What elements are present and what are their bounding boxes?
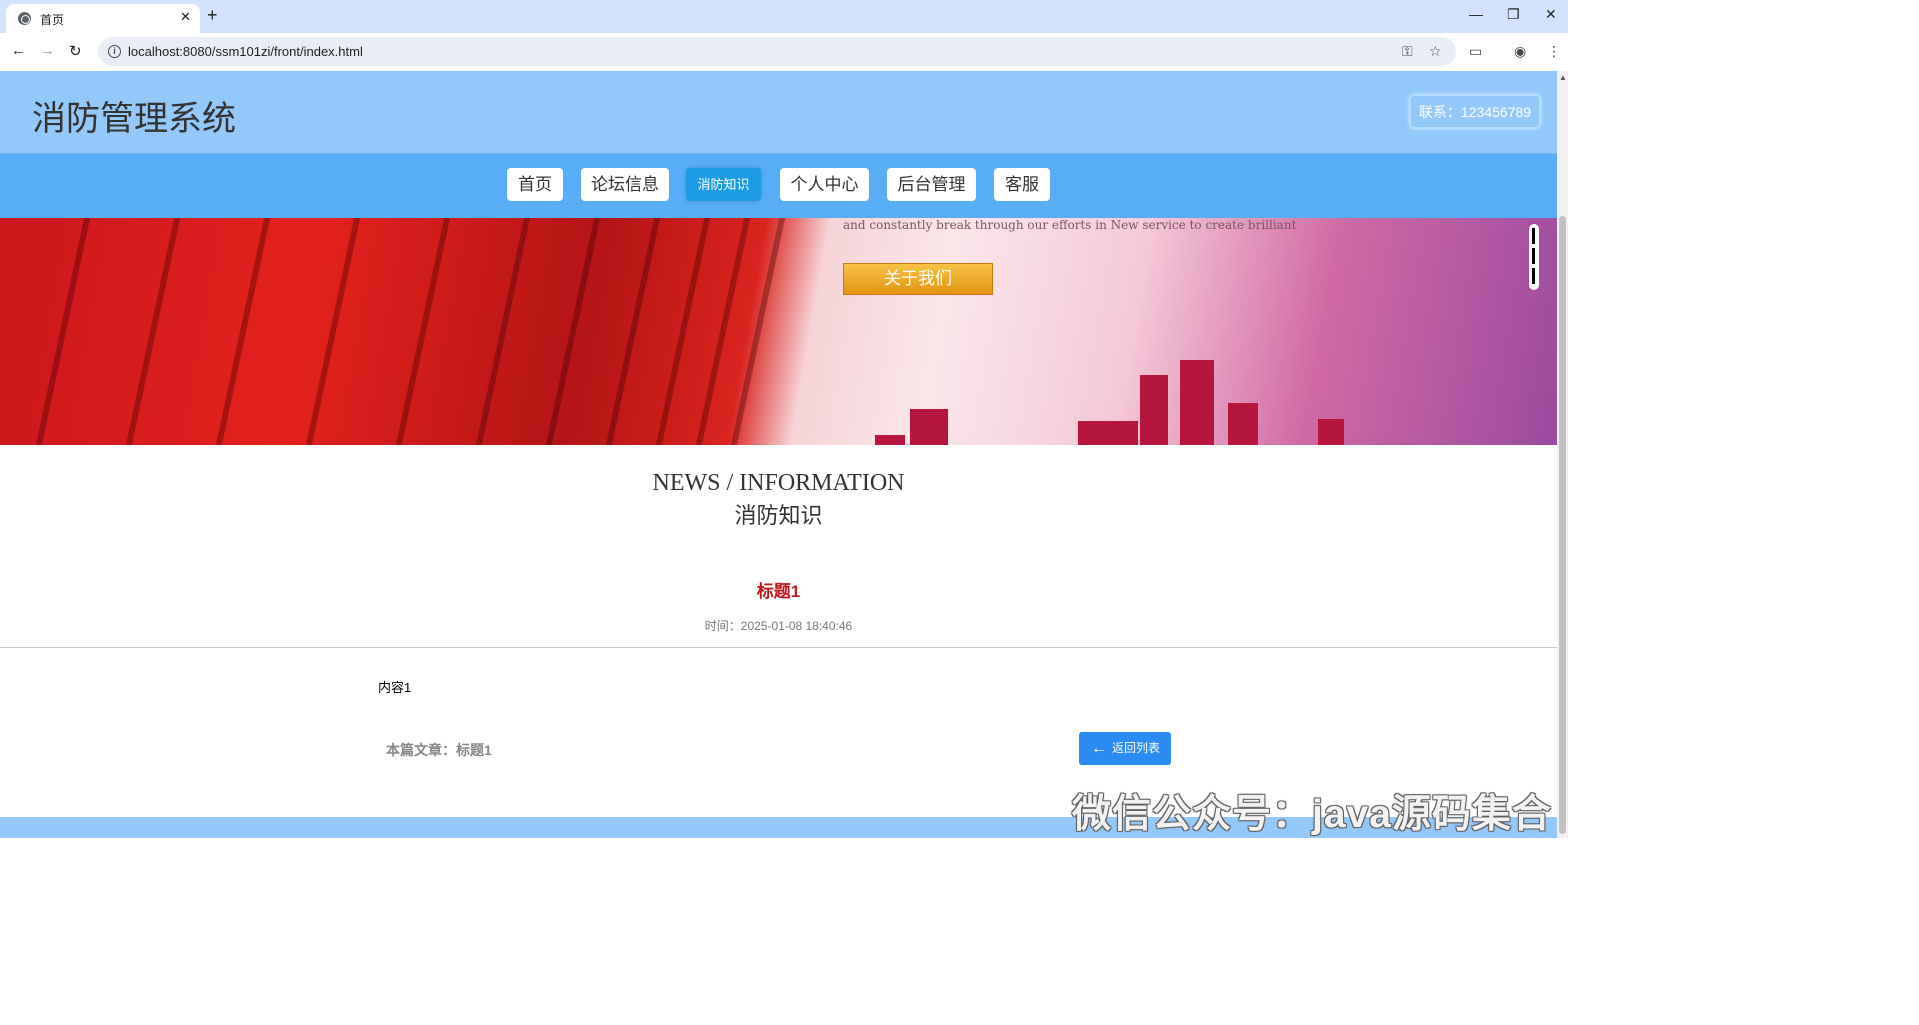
carousel-indicator[interactable] <box>1529 224 1539 290</box>
skyline-building <box>1180 360 1214 445</box>
banner-carousel[interactable]: and constantly break through our efforts… <box>0 218 1557 445</box>
back-icon[interactable]: ← <box>11 42 26 59</box>
address-bar[interactable]: i localhost:8080/ssm101zi/front/index.ht… <box>98 37 1456 66</box>
site-title: 消防管理系统 <box>32 99 236 139</box>
reload-icon[interactable]: ↻ <box>69 42 82 60</box>
profile-icon[interactable]: ◉ <box>1514 43 1526 60</box>
media-cast-icon[interactable]: ▭ <box>1469 43 1482 60</box>
watermark: 微信公众号：java源码集合 <box>1072 793 1552 836</box>
new-tab-button[interactable]: + <box>207 5 218 25</box>
nav-item-customer-service[interactable]: 客服 <box>994 168 1050 201</box>
browser-chrome: 首页 ✕ + — ❐ ✕ ← → ↻ i localhost:8080/ssm1… <box>0 0 1568 71</box>
browser-tab[interactable]: 首页 ✕ <box>6 4 200 33</box>
back-to-list-label: 返回列表 <box>1112 741 1161 755</box>
skyline-building <box>1078 421 1138 445</box>
page-viewport: 消防管理系统 联系：123456789 首页 论坛信息 消防知识 个人中心 后台… <box>0 71 1568 838</box>
close-tab-icon[interactable]: ✕ <box>180 9 191 25</box>
carousel-dot[interactable] <box>1532 228 1535 244</box>
site-info-icon[interactable]: i <box>108 45 121 58</box>
back-to-list-button[interactable]: ← 返回列表 <box>1079 732 1171 765</box>
banner-decoration <box>35 218 91 445</box>
skyline-building <box>1140 375 1168 445</box>
bookmark-star-icon[interactable]: ☆ <box>1429 43 1442 60</box>
skyline-building <box>1318 419 1344 445</box>
nav-item-forum[interactable]: 论坛信息 <box>581 168 669 201</box>
section-title-english: NEWS / INFORMATION <box>652 470 905 496</box>
tab-title: 首页 <box>40 13 65 27</box>
tab-strip: 首页 ✕ + — ❐ ✕ <box>0 0 1568 33</box>
skyline-building <box>875 435 905 445</box>
forward-icon[interactable]: → <box>40 42 55 59</box>
globe-icon <box>18 12 31 25</box>
site-header: 消防管理系统 联系：123456789 <box>0 71 1557 154</box>
article-content: 内容1 <box>378 680 412 695</box>
carousel-dot[interactable] <box>1532 248 1535 264</box>
banner-decoration <box>475 218 531 445</box>
nav-item-admin[interactable]: 后台管理 <box>887 168 976 201</box>
banner-decoration <box>605 218 661 445</box>
restore-button[interactable]: ❐ <box>1507 6 1520 23</box>
password-key-icon[interactable]: ⚿ <box>1402 43 1413 60</box>
window-close-button[interactable]: ✕ <box>1545 6 1557 23</box>
banner-decoration <box>545 218 601 445</box>
current-article-label: 本篇文章：标题1 <box>386 742 492 758</box>
banner-decoration <box>125 218 181 445</box>
section-title-chinese: 消防知识 <box>734 504 823 529</box>
browser-toolbar: ← → ↻ i localhost:8080/ssm101zi/front/in… <box>0 33 1568 71</box>
main-nav: 首页 论坛信息 消防知识 个人中心 后台管理 客服 <box>0 154 1557 218</box>
divider <box>0 647 1557 648</box>
article-time: 时间：2025-01-08 18:40:46 <box>704 619 853 633</box>
nav-item-fire-knowledge[interactable]: 消防知识 <box>686 168 761 201</box>
page-scrollbar[interactable]: ▲ <box>1557 71 1568 838</box>
banner-decoration <box>395 218 451 445</box>
about-us-button[interactable]: 关于我们 <box>843 263 993 295</box>
url-text[interactable]: localhost:8080/ssm101zi/front/index.html <box>128 44 363 59</box>
carousel-dot[interactable] <box>1532 268 1535 284</box>
banner-decoration <box>215 218 271 445</box>
skyline-building <box>1228 403 1258 445</box>
menu-dots-icon[interactable]: ⋮ <box>1547 43 1561 60</box>
scrollbar-thumb[interactable] <box>1559 216 1566 834</box>
skyline-building <box>910 409 948 445</box>
article-title: 标题1 <box>756 582 801 601</box>
contact-badge: 联系：123456789 <box>1409 95 1540 128</box>
scroll-up-icon[interactable]: ▲ <box>1559 73 1567 82</box>
banner-decoration <box>305 218 361 445</box>
nav-item-home[interactable]: 首页 <box>507 168 563 201</box>
arrow-left-icon: ← <box>1091 740 1107 757</box>
banner-tagline: and constantly break through our efforts… <box>843 218 1297 232</box>
minimize-button[interactable]: — <box>1469 6 1483 22</box>
nav-item-personal-center[interactable]: 个人中心 <box>780 168 869 201</box>
